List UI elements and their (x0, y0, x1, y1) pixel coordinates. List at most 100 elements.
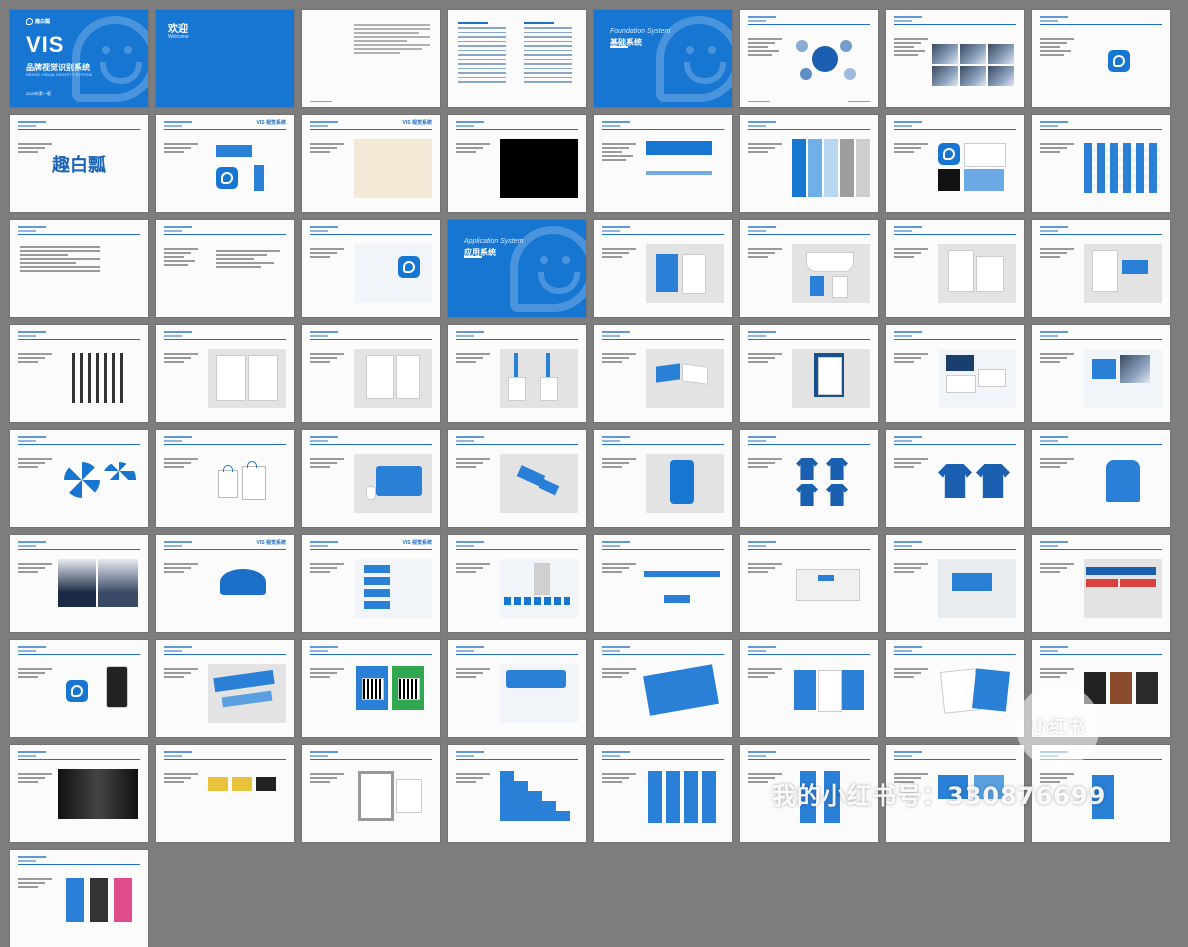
rollup-banner-page[interactable] (594, 745, 732, 842)
logo-pattern-page[interactable] (302, 220, 440, 317)
brand-wordmark: 趣白瓢 (52, 154, 106, 175)
card-set-page[interactable] (886, 325, 1024, 422)
document-folder (216, 355, 246, 401)
promo-poster-page[interactable] (448, 640, 586, 737)
usage-rules-page[interactable] (156, 220, 294, 317)
shopping-bag (218, 465, 238, 498)
mood-photo-page[interactable] (886, 10, 1024, 107)
icon-set-page[interactable] (1032, 115, 1170, 212)
banner-page[interactable] (1032, 535, 1170, 632)
package-box (90, 878, 108, 922)
app-logo-icon (938, 143, 960, 165)
toc-column (524, 22, 572, 86)
uniform-photo-page[interactable] (10, 535, 148, 632)
staff-photo (58, 559, 96, 607)
app-screen-page[interactable] (10, 640, 148, 737)
concept-page[interactable] (740, 10, 878, 107)
application-section-page[interactable]: Application System 应用系统 (448, 220, 586, 317)
wayfinding-page[interactable] (448, 535, 586, 632)
brochure-page[interactable] (594, 640, 732, 737)
header-tag: VIS 视觉系统 (402, 120, 432, 126)
storefront-page[interactable] (740, 535, 878, 632)
mouse (366, 486, 376, 500)
logo-reverse-page[interactable] (448, 115, 586, 212)
frame-page[interactable] (302, 745, 440, 842)
intro-text-page[interactable] (302, 10, 440, 107)
promo-headline (506, 670, 566, 688)
logo-vertical-lockup (254, 165, 264, 191)
exterior-sign-page[interactable] (594, 535, 732, 632)
phone-case-page[interactable] (594, 430, 732, 527)
mousepad-page[interactable] (302, 430, 440, 527)
trifold-page[interactable] (740, 640, 878, 737)
form-sheet (366, 355, 394, 399)
cap-page[interactable]: VIS 视觉系统 (156, 535, 294, 632)
cover-page[interactable]: 趣白瓢 VIS 品牌视觉识别系统 BRAND VISUAL IDENTITY S… (10, 10, 148, 107)
tshirt-page[interactable] (740, 430, 878, 527)
leaflet-page[interactable] (886, 640, 1024, 737)
gift-card-page[interactable] (156, 745, 294, 842)
calendar-grid (72, 353, 128, 403)
business-card-back (682, 254, 706, 294)
directional-sign-page[interactable]: VIS 视觉系统 (302, 535, 440, 632)
umbrella-page[interactable] (10, 430, 148, 527)
card-item (946, 375, 976, 393)
reception-page[interactable] (886, 535, 1024, 632)
stationery-page[interactable] (1032, 220, 1170, 317)
flag-page[interactable] (594, 325, 732, 422)
logo-icon-page[interactable] (1032, 10, 1170, 107)
shopping-bag (242, 461, 266, 500)
fascia-sign (644, 571, 720, 577)
color-band (646, 141, 712, 155)
typography-page[interactable] (10, 220, 148, 317)
product-photo (58, 769, 138, 819)
jacket-page[interactable] (886, 430, 1024, 527)
calendar-page[interactable] (10, 325, 148, 422)
folder-page[interactable] (156, 325, 294, 422)
color-swatch-grey (840, 139, 854, 197)
baseball-cap (220, 569, 266, 595)
section-divider (464, 256, 482, 258)
business-card-page[interactable] (594, 220, 732, 317)
section-title-en: Application System (464, 238, 524, 245)
gift-card (256, 777, 276, 791)
logo-grid-page[interactable]: VIS 视觉系统 (302, 115, 440, 212)
vest-page[interactable] (1032, 430, 1170, 527)
foundation-section-page[interactable]: Foundation System 基础系统 (594, 10, 732, 107)
sign-strip (364, 577, 390, 585)
cup-page[interactable] (740, 220, 878, 317)
logo-clearspace-page[interactable] (594, 115, 732, 212)
mood-photo (960, 44, 986, 64)
ticket-page[interactable] (156, 640, 294, 737)
signage-photo-page[interactable] (1032, 325, 1170, 422)
smile-logo-icon (510, 226, 586, 312)
standee (396, 779, 422, 813)
mood-photo (988, 66, 1014, 86)
sign-strip (364, 601, 390, 609)
usb-page[interactable] (448, 430, 586, 527)
wordmark-page[interactable]: 趣白瓢 (10, 115, 148, 212)
door-panel (534, 563, 550, 595)
badge-page[interactable] (448, 325, 586, 422)
form-page[interactable] (302, 325, 440, 422)
envelope-page[interactable] (886, 220, 1024, 317)
reception-wall (952, 573, 992, 591)
packaging-page[interactable] (10, 850, 148, 947)
logo-combo-page[interactable]: VIS 视觉系统 (156, 115, 294, 212)
card-item (946, 355, 974, 371)
web-banner-red (1120, 579, 1156, 587)
toc-column (458, 22, 506, 86)
qr-card-page[interactable] (302, 640, 440, 737)
staircase-page[interactable] (448, 745, 586, 842)
certificate-page[interactable] (740, 325, 878, 422)
welcome-page[interactable]: 欢迎 Welcome (156, 10, 294, 107)
mood-photo (960, 66, 986, 86)
logo-tile (938, 169, 960, 191)
shopping-bag-page[interactable] (156, 430, 294, 527)
pattern-panel (354, 244, 432, 303)
notepad (1092, 250, 1118, 292)
logo-backgrounds-page[interactable] (886, 115, 1024, 212)
product-photo-page[interactable] (10, 745, 148, 842)
standard-colors-page[interactable] (740, 115, 878, 212)
table-of-contents-page[interactable] (448, 10, 586, 107)
